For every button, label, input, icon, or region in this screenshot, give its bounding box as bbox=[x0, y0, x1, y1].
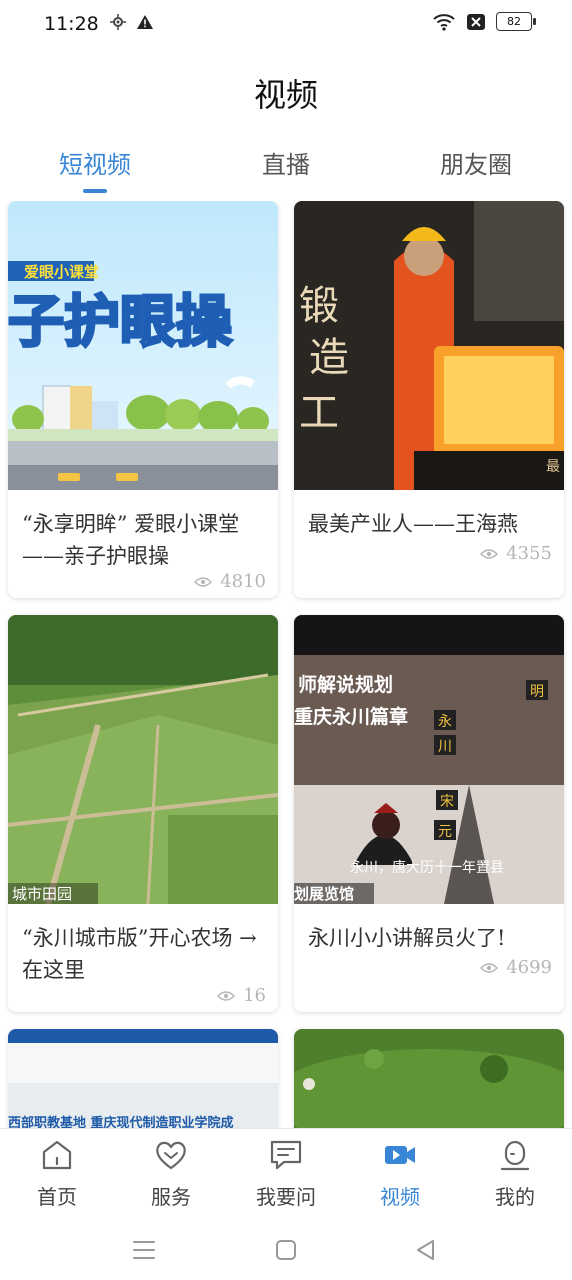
svg-text:宋: 宋 bbox=[440, 794, 454, 810]
profile-icon bbox=[500, 1140, 530, 1171]
tab-short-video[interactable]: 短视频 bbox=[25, 145, 165, 193]
video-card[interactable]: 爱眼小课堂 子护眼操 “永享明眸” 爱眼小课堂——亲子护眼操 4810 bbox=[8, 201, 278, 598]
status-time: 11:28 bbox=[44, 13, 99, 35]
video-card[interactable]: 师解说规划 重庆永川篇章 川 宋 元 明 永 永川，唐大历十一年置县 划展览馆 … bbox=[294, 615, 564, 1012]
video-card[interactable] bbox=[294, 1029, 564, 1128]
nav-ask[interactable]: 我要问 bbox=[229, 1137, 343, 1210]
view-count-value: 4810 bbox=[220, 571, 266, 592]
video-thumbnail: 师解说规划 重庆永川篇章 川 宋 元 明 永 永川，唐大历十一年置县 划展览馆 bbox=[294, 615, 564, 904]
view-count: 16 bbox=[217, 985, 266, 1006]
home-icon bbox=[42, 1140, 72, 1170]
bottom-nav: 首页 服务 我要问 视频 我的 bbox=[0, 1128, 572, 1221]
view-count-value: 4699 bbox=[506, 957, 552, 978]
video-grid: 爱眼小课堂 子护眼操 “永享明眸” 爱眼小课堂——亲子护眼操 4810 锻 造 … bbox=[0, 201, 572, 1128]
nav-label: 首页 bbox=[37, 1185, 77, 1209]
thumb-caption: 子护眼操 bbox=[8, 290, 232, 355]
chat-icon bbox=[270, 1140, 302, 1170]
thumb-caption: 西部职教基地 重庆现代制造职业学院成 bbox=[8, 1115, 234, 1128]
video-title: “永享明眸” 爱眼小课堂——亲子护眼操 bbox=[22, 512, 240, 568]
svg-text:爱眼小课堂: 爱眼小课堂 bbox=[24, 263, 99, 281]
eye-icon bbox=[217, 990, 236, 1001]
svg-text:元: 元 bbox=[438, 824, 452, 840]
video-icon bbox=[385, 1146, 415, 1164]
tab-active-indicator bbox=[83, 189, 107, 193]
warning-icon bbox=[137, 15, 153, 29]
nav-label: 我的 bbox=[495, 1185, 535, 1209]
video-thumbnail: 城市田园 bbox=[8, 615, 278, 904]
nav-label: 视频 bbox=[380, 1185, 420, 1209]
location-icon bbox=[110, 14, 126, 30]
svg-text:永: 永 bbox=[438, 714, 452, 730]
view-count-value: 4355 bbox=[506, 543, 552, 564]
nav-label: 我要问 bbox=[256, 1185, 316, 1209]
page-title: 视频 bbox=[253, 76, 318, 114]
back-icon[interactable] bbox=[406, 1232, 446, 1268]
video-thumbnail: 爱眼小课堂 子护眼操 bbox=[8, 201, 278, 490]
svg-text:划展览馆: 划展览馆 bbox=[294, 885, 354, 903]
svg-text:重庆永川篇章: 重庆永川篇章 bbox=[294, 705, 408, 728]
eye-icon bbox=[480, 962, 499, 973]
svg-text:工: 工 bbox=[299, 390, 339, 436]
no-sim-icon bbox=[467, 13, 485, 30]
tab-label: 短视频 bbox=[59, 151, 131, 179]
thumb-caption: 城市田园 bbox=[12, 885, 72, 903]
home-square-icon[interactable] bbox=[266, 1232, 306, 1268]
view-count: 4699 bbox=[480, 957, 552, 978]
eye-icon bbox=[480, 548, 499, 559]
video-title: 最美产业人——王海燕 bbox=[308, 512, 518, 536]
view-count-value: 16 bbox=[243, 985, 266, 1006]
video-card[interactable]: 锻 造 工 最 最美产业人——王海燕 4355 bbox=[294, 201, 564, 598]
menu-icon[interactable] bbox=[124, 1232, 164, 1268]
status-bar: 11:28 82 bbox=[0, 0, 572, 52]
eye-icon bbox=[194, 576, 213, 587]
thumb-caption: 锻 bbox=[299, 283, 339, 329]
video-card[interactable]: 城市田园 “永川城市版”开心农场 → 在这里 16 bbox=[8, 615, 278, 1012]
view-count: 4810 bbox=[194, 571, 266, 592]
nav-video[interactable]: 视频 bbox=[343, 1137, 457, 1210]
battery-icon: 82 bbox=[496, 12, 536, 31]
tab-moments[interactable]: 朋友圈 bbox=[406, 145, 546, 180]
nav-service[interactable]: 服务 bbox=[114, 1137, 228, 1210]
thumb-caption: 师解说规划 bbox=[298, 673, 393, 696]
video-card[interactable]: 西部职教基地 重庆现代制造职业学院成 bbox=[8, 1029, 278, 1128]
nav-mine[interactable]: 我的 bbox=[458, 1137, 572, 1210]
video-title: 永川小小讲解员火了! bbox=[308, 926, 506, 950]
video-thumbnail: 西部职教基地 重庆现代制造职业学院成 bbox=[8, 1029, 278, 1128]
svg-text:永川，唐大历十一年置县: 永川，唐大历十一年置县 bbox=[350, 859, 504, 876]
svg-text:造: 造 bbox=[309, 335, 349, 381]
video-thumbnail bbox=[294, 1029, 564, 1128]
system-nav-bar bbox=[0, 1220, 572, 1280]
tab-bar: 短视频 直播 朋友圈 bbox=[0, 145, 572, 195]
nav-label: 服务 bbox=[151, 1185, 191, 1209]
view-count: 4355 bbox=[480, 543, 552, 564]
tab-label: 朋友圈 bbox=[440, 151, 512, 179]
svg-text:川: 川 bbox=[438, 739, 452, 755]
tab-live[interactable]: 直播 bbox=[216, 145, 356, 180]
svg-text:最: 最 bbox=[546, 459, 560, 475]
tab-label: 直播 bbox=[262, 151, 310, 179]
video-thumbnail: 锻 造 工 最 bbox=[294, 201, 564, 490]
video-title: “永川城市版”开心农场 → 在这里 bbox=[22, 926, 257, 982]
heart-icon bbox=[156, 1141, 186, 1170]
wifi-icon bbox=[433, 13, 455, 31]
svg-text:明: 明 bbox=[530, 684, 544, 700]
nav-home[interactable]: 首页 bbox=[0, 1137, 114, 1210]
